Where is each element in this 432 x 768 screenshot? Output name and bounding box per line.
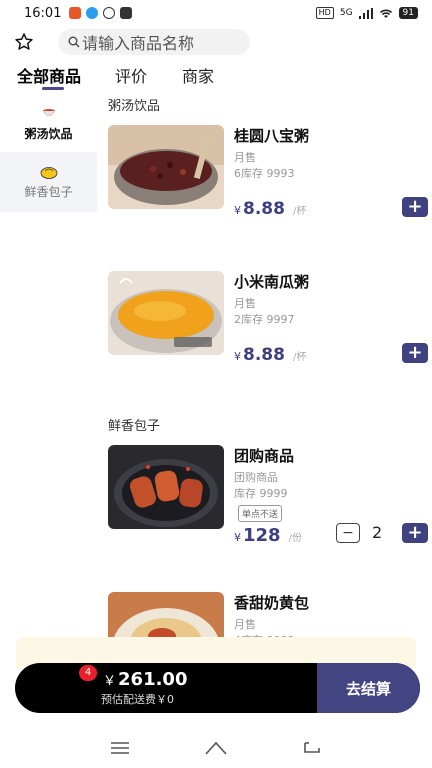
menu-icon[interactable] bbox=[108, 738, 132, 758]
cart-currency: ￥ bbox=[103, 674, 117, 689]
category-label: 鲜香包子 bbox=[24, 184, 73, 199]
product-stock: 库存 9999 bbox=[234, 487, 288, 500]
product-monthly-sales: 月售 bbox=[234, 151, 256, 164]
system-nav-bar bbox=[0, 728, 432, 768]
favorite-star-icon[interactable] bbox=[12, 30, 36, 54]
add-to-cart-button[interactable]: + bbox=[402, 523, 428, 543]
back-icon[interactable] bbox=[300, 738, 324, 758]
product-stock: 2库存 9997 bbox=[234, 313, 295, 326]
category-label: 粥汤饮品 bbox=[24, 126, 73, 141]
price-amount: 128 bbox=[243, 525, 281, 546]
product-name: 团购商品 bbox=[234, 447, 295, 465]
porridge-icon bbox=[41, 107, 57, 121]
price-unit: /杯 bbox=[292, 352, 307, 363]
cart-total-amount: 261.00 bbox=[118, 669, 188, 690]
product-item[interactable]: 小米南瓜粥 月售 2库存 9997 ¥ 8.88 /杯 + bbox=[108, 271, 428, 371]
category-item-porridge[interactable]: 粥汤饮品 bbox=[0, 96, 97, 152]
bun-icon bbox=[40, 165, 58, 179]
search-icon bbox=[68, 36, 80, 48]
tab-bar: 全部商品 评价 商家 bbox=[0, 60, 432, 92]
checkout-button[interactable]: 去结算 bbox=[317, 663, 420, 713]
section-title: 粥汤饮品 bbox=[108, 99, 161, 114]
category-item-buns[interactable]: 鲜香包子 bbox=[0, 152, 97, 212]
price-currency: ¥ bbox=[234, 531, 241, 544]
product-monthly-sales: 月售 bbox=[234, 297, 256, 310]
tab-all-products[interactable]: 全部商品 bbox=[17, 60, 81, 90]
price-currency: ¥ bbox=[234, 204, 241, 217]
app-notification-icon bbox=[69, 7, 82, 19]
add-to-cart-button[interactable]: + bbox=[402, 343, 428, 363]
cart-total: ￥ 261.00 bbox=[103, 669, 187, 690]
no-single-delivery-tag: 单点不送 bbox=[238, 505, 283, 522]
status-right: HD 5G 91 bbox=[315, 7, 418, 19]
qq-notification-icon bbox=[86, 7, 99, 19]
product-image bbox=[108, 271, 224, 355]
header: 请输入商品名称 bbox=[0, 26, 432, 58]
product-price: ¥ 128 /份 bbox=[234, 525, 302, 546]
delivery-fee: 预估配送费￥0 bbox=[101, 693, 174, 706]
cart-count-badge: 4 bbox=[79, 665, 97, 681]
price-unit: /杯 bbox=[292, 206, 307, 217]
product-item[interactable]: 桂圆八宝粥 月售 6库存 9993 ¥ 8.88 /杯 + bbox=[108, 125, 428, 225]
price-amount: 8.88 bbox=[243, 199, 285, 219]
product-name: 桂圆八宝粥 bbox=[234, 127, 310, 145]
product-name: 香甜奶黄包 bbox=[234, 594, 310, 612]
product-list: 粥汤饮品 桂圆八宝粥 月售 6库存 9993 ¥ 8.88 /杯 + 小米南瓜粥… bbox=[97, 92, 432, 662]
product-item[interactable]: 团购商品 团购商品 库存 9999 单点不送 ¥ 128 /份 − 2 + bbox=[108, 445, 428, 546]
product-price: ¥ 8.88 /杯 bbox=[234, 199, 306, 219]
add-to-cart-button[interactable]: + bbox=[402, 197, 428, 217]
category-sidebar: 粥汤饮品 鲜香包子 bbox=[0, 96, 97, 656]
search-input[interactable]: 请输入商品名称 bbox=[58, 29, 250, 55]
wifi-icon bbox=[379, 9, 392, 18]
tab-reviews[interactable]: 评价 bbox=[115, 60, 147, 87]
quantity-value: 2 bbox=[372, 523, 383, 542]
product-image bbox=[108, 445, 224, 529]
price-unit: /份 bbox=[288, 533, 302, 544]
signal-icon bbox=[358, 7, 373, 19]
decrease-quantity-button[interactable]: − bbox=[336, 523, 360, 543]
cart-bar[interactable]: ￥ 261.00 预估配送费￥0 去结算 bbox=[15, 663, 420, 713]
video-notification-icon bbox=[120, 7, 133, 19]
search-placeholder: 请输入商品名称 bbox=[82, 34, 195, 53]
product-monthly-sales: 月售 bbox=[234, 618, 256, 631]
product-image bbox=[108, 125, 224, 209]
signal-label: 5G bbox=[339, 8, 353, 18]
hd-indicator: HD bbox=[315, 7, 334, 19]
product-price: ¥ 8.88 /杯 bbox=[234, 345, 306, 365]
home-icon[interactable] bbox=[204, 738, 228, 758]
product-stock: 6库存 9993 bbox=[234, 167, 295, 180]
sync-notification-icon bbox=[103, 7, 116, 19]
product-name: 小米南瓜粥 bbox=[234, 273, 310, 291]
price-amount: 8.88 bbox=[243, 345, 285, 365]
status-time: 16:01 bbox=[24, 5, 62, 21]
price-currency: ¥ bbox=[234, 350, 241, 363]
product-description: 团购商品 bbox=[234, 471, 278, 484]
status-bar: 16:01 HD 5G 91 bbox=[0, 0, 432, 26]
tab-merchant[interactable]: 商家 bbox=[182, 60, 214, 87]
section-title: 鲜香包子 bbox=[108, 419, 161, 434]
battery-icon: 91 bbox=[398, 7, 418, 19]
